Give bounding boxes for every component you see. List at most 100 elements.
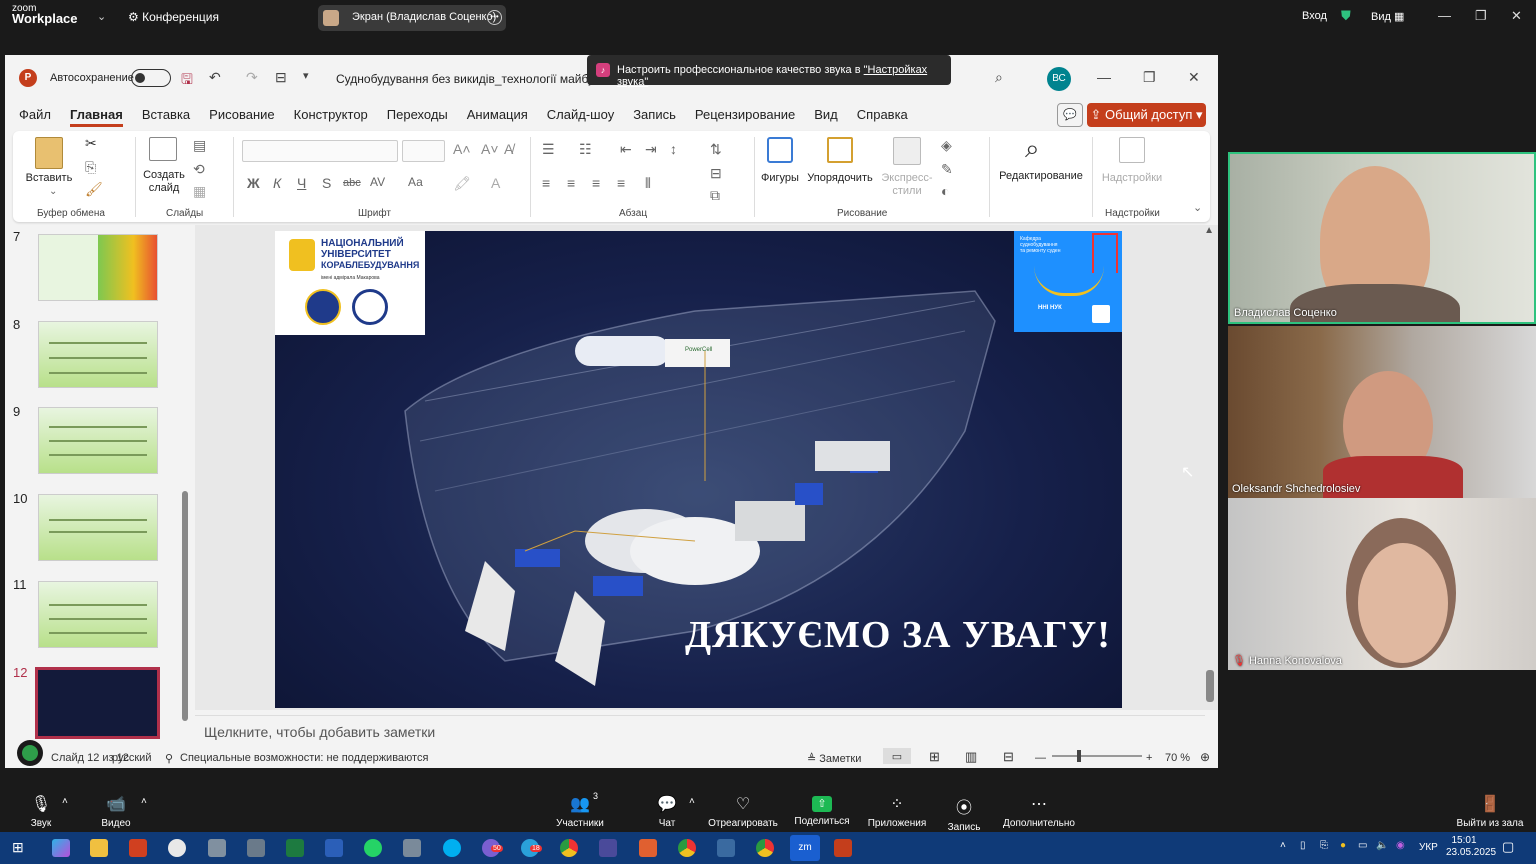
tab-file[interactable]: Файл <box>19 107 51 127</box>
tab-record[interactable]: Запись <box>633 107 676 127</box>
zoom-level[interactable]: 70 % <box>1165 752 1190 764</box>
zoom-in-icon[interactable]: + <box>1146 752 1152 764</box>
line-spacing-icon[interactable]: ↕ <box>670 141 677 157</box>
shape-effects-icon[interactable]: ◐ <box>941 183 949 199</box>
redo-icon[interactable]: ↷ <box>246 69 258 86</box>
tab-view[interactable]: Вид <box>814 107 838 127</box>
file-explorer-icon[interactable] <box>90 839 108 857</box>
app-icon[interactable] <box>168 839 186 857</box>
reset-icon[interactable]: ⟲ <box>193 161 205 178</box>
increase-font-icon[interactable]: A˄ <box>453 141 471 157</box>
video-tile[interactable]: 🎙 Hanna Konovalova <box>1228 498 1536 670</box>
record-button[interactable]: ⦿ Запись <box>946 794 982 833</box>
justify-icon[interactable]: ≡ <box>617 175 625 191</box>
cut-icon[interactable]: ✂ <box>85 135 97 152</box>
bold-button[interactable]: Ж <box>247 175 260 191</box>
editing-button[interactable]: Редактирование <box>993 170 1089 182</box>
slide-sorter-icon[interactable]: ⊞ <box>929 749 940 765</box>
whatsapp-icon[interactable] <box>364 839 382 857</box>
tray-icon[interactable]: ● <box>1340 840 1346 851</box>
shapes-icon[interactable] <box>767 137 793 163</box>
undo-icon[interactable]: ↶ <box>209 69 221 86</box>
zoom-slider-thumb[interactable] <box>1077 750 1081 762</box>
audio-button[interactable]: 🎙 Звук <box>24 794 58 829</box>
participants-button[interactable]: 👥 3 Участники <box>555 791 605 829</box>
share-button[interactable]: ⇧ Поделиться <box>794 794 850 827</box>
chevron-up-icon[interactable]: ˄ <box>141 796 147 807</box>
close-icon[interactable]: ✕ <box>1511 8 1522 24</box>
excel-icon[interactable] <box>286 839 304 857</box>
zoom-slider[interactable] <box>1052 755 1142 757</box>
annotate-icon[interactable] <box>17 740 43 766</box>
login-link[interactable]: Вход <box>1302 10 1327 22</box>
autosave-toggle[interactable] <box>131 69 171 87</box>
highlight-icon[interactable]: 🖍 <box>453 175 471 192</box>
notifications-icon[interactable]: ▢ <box>1502 839 1514 855</box>
chrome-icon[interactable] <box>756 839 774 857</box>
app-icon[interactable] <box>639 839 657 857</box>
copy-icon[interactable]: ⎘ <box>85 159 96 176</box>
video-tile[interactable]: Oleksandr Shchedrolosiev <box>1228 326 1536 498</box>
tray-icon[interactable]: ◉ <box>1396 840 1405 851</box>
zoom-app-icon[interactable]: zm <box>790 835 820 861</box>
bullets-icon[interactable]: ☰ <box>542 141 555 158</box>
meeting-menu[interactable]: ⚙ Конференция <box>128 10 219 24</box>
slideshow-icon[interactable]: ⊟ <box>1003 749 1014 765</box>
chrome-icon[interactable] <box>560 839 578 857</box>
quick-styles-button[interactable]: Экспресс-стили <box>878 172 936 198</box>
network-icon[interactable]: ▭ <box>1358 840 1367 851</box>
user-avatar[interactable]: ВС <box>1047 67 1071 91</box>
chevron-up-icon[interactable]: ˄ <box>1280 840 1286 851</box>
addins-icon[interactable] <box>1119 137 1145 163</box>
tab-slideshow[interactable]: Слайд-шоу <box>547 107 614 127</box>
leave-room-button[interactable]: 🚪 Выйти из зала <box>1454 794 1526 829</box>
layout-icon[interactable]: ▤ <box>193 137 206 154</box>
restore-icon[interactable]: ❐ <box>1143 69 1156 86</box>
new-slide-icon[interactable] <box>149 137 177 161</box>
react-button[interactable]: ♡ Отреагировать <box>708 794 778 829</box>
language-status[interactable]: русский <box>112 752 151 764</box>
underline-button[interactable]: Ч <box>297 175 306 191</box>
close-icon[interactable]: ✕ <box>1188 69 1200 86</box>
font-name-select[interactable] <box>242 140 398 162</box>
share-button[interactable]: ⇪ Общий доступ ▾ <box>1087 103 1206 127</box>
tab-home[interactable]: Главная <box>69 107 123 127</box>
tab-insert[interactable]: Вставка <box>142 107 190 127</box>
collapse-ribbon-icon[interactable]: ⌄ <box>1193 201 1202 214</box>
tab-design[interactable]: Конструктор <box>294 107 368 127</box>
current-slide[interactable]: НАЦІОНАЛЬНИЙ УНІВЕРСИТЕТ КОРАБЛЕБУДУВАНН… <box>275 231 1122 708</box>
zoom-out-icon[interactable]: — <box>1035 752 1046 764</box>
search-icon[interactable]: ⌕ <box>1025 133 1040 165</box>
more-icon[interactable]: ••• <box>487 10 502 25</box>
apps-button[interactable]: ⁘ Приложения <box>866 794 928 829</box>
align-center-icon[interactable]: ≡ <box>567 175 575 191</box>
reading-view-icon[interactable]: ▥ <box>965 749 977 765</box>
font-color-icon[interactable]: A <box>491 175 500 191</box>
skype-icon[interactable] <box>443 839 461 857</box>
tab-transitions[interactable]: Переходы <box>387 107 448 127</box>
word-icon[interactable] <box>325 839 343 857</box>
increase-indent-icon[interactable]: ⇥ <box>645 141 657 158</box>
paste-icon[interactable] <box>35 137 63 169</box>
powerpoint-icon[interactable] <box>834 839 852 857</box>
font-size-select[interactable] <box>402 140 445 162</box>
tab-animations[interactable]: Анимация <box>467 107 528 127</box>
shadow-button[interactable]: S <box>322 175 331 191</box>
notes-toggle[interactable]: ≜ Заметки <box>807 752 861 765</box>
chrome-icon[interactable] <box>678 839 696 857</box>
view-menu[interactable]: Вид ▦ <box>1371 10 1404 23</box>
volume-icon[interactable]: 🔈 <box>1376 840 1388 851</box>
chevron-down-icon[interactable]: ⌄ <box>49 186 57 197</box>
numbering-icon[interactable]: ☷ <box>579 141 592 158</box>
clear-format-icon[interactable]: A̸ <box>504 141 513 157</box>
addins-button[interactable]: Надстройки <box>1097 172 1167 184</box>
video-tile[interactable]: Владислав Соценко <box>1228 152 1536 324</box>
section-icon[interactable]: ▦ <box>193 183 206 200</box>
camera-icon[interactable] <box>403 839 421 857</box>
align-right-icon[interactable]: ≡ <box>592 175 600 191</box>
thumbnail-scrollbar[interactable] <box>181 231 189 736</box>
slide-thumbnail-7[interactable] <box>38 234 158 301</box>
copilot-icon[interactable] <box>52 839 70 857</box>
app-icon[interactable] <box>599 839 617 857</box>
char-spacing-button[interactable]: AV <box>370 175 385 189</box>
